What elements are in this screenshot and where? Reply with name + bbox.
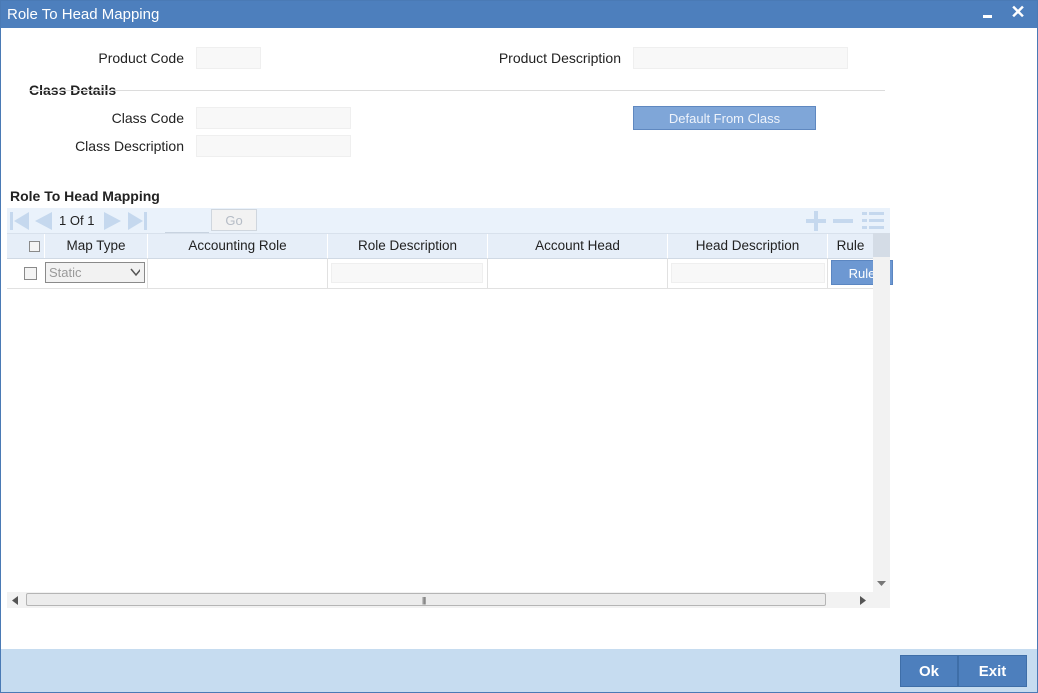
page-number-input[interactable] bbox=[165, 210, 209, 233]
row-checkbox[interactable] bbox=[24, 267, 37, 280]
horizontal-scrollbar[interactable]: ||| bbox=[7, 592, 890, 608]
single-view-icon[interactable] bbox=[860, 211, 886, 231]
add-row-icon[interactable] bbox=[804, 211, 828, 231]
role-description-cell bbox=[328, 258, 488, 288]
vertical-scrollbar[interactable] bbox=[873, 233, 890, 592]
window-title: Role To Head Mapping bbox=[7, 6, 160, 23]
ok-button[interactable]: Ok bbox=[900, 655, 958, 687]
map-type-value: Static bbox=[49, 265, 82, 280]
head-description-field[interactable] bbox=[671, 263, 825, 283]
product-description-label: Product Description bbox=[498, 50, 621, 66]
col-role-description[interactable]: Role Description bbox=[328, 234, 488, 258]
next-page-icon[interactable] bbox=[102, 211, 124, 231]
close-icon[interactable]: ✕ bbox=[1007, 1, 1029, 28]
last-page-icon[interactable] bbox=[126, 211, 148, 231]
col-account-head[interactable]: Account Head bbox=[488, 234, 668, 258]
product-code-label: Product Code bbox=[98, 50, 184, 66]
default-from-class-button[interactable]: Default From Class bbox=[633, 106, 816, 130]
class-code-label: Class Code bbox=[111, 110, 184, 126]
exit-button[interactable]: Exit bbox=[958, 655, 1027, 687]
head-description-cell bbox=[668, 258, 828, 288]
role-head-grid: 1 Of 1 Go Map Type Accounting Role Role … bbox=[7, 208, 893, 608]
grid-header: Map Type Accounting Role Role Descriptio… bbox=[7, 233, 873, 259]
footer-bar: Ok Exit bbox=[1, 649, 1037, 692]
role-to-head-mapping-window: Role To Head Mapping ✕ Product Code Prod… bbox=[0, 0, 1038, 693]
pager-of: Of bbox=[69, 213, 84, 228]
col-head-description[interactable]: Head Description bbox=[668, 234, 828, 258]
scroll-left-icon[interactable] bbox=[12, 596, 18, 605]
select-all-checkbox[interactable] bbox=[29, 241, 40, 252]
first-page-icon[interactable] bbox=[9, 211, 31, 231]
pager-total: 1 bbox=[87, 213, 95, 228]
grip-icon: ||| bbox=[422, 596, 426, 605]
section-divider bbox=[29, 90, 885, 91]
class-description-field[interactable] bbox=[196, 135, 351, 157]
scroll-down-icon[interactable] bbox=[877, 581, 886, 587]
grid-toolbar: 1 Of 1 Go bbox=[7, 208, 890, 233]
table-row: Static Rule bbox=[7, 258, 893, 289]
minimize-icon[interactable] bbox=[979, 1, 997, 28]
title-bar: Role To Head Mapping ✕ bbox=[1, 1, 1037, 28]
grid-heading: Role To Head Mapping bbox=[10, 188, 160, 204]
product-code-field[interactable] bbox=[196, 47, 261, 69]
pager-current: 1 bbox=[59, 213, 67, 228]
row-select-cell bbox=[7, 258, 45, 288]
class-description-label: Class Description bbox=[75, 138, 184, 154]
dropdown-arrow-icon bbox=[130, 268, 140, 277]
map-type-select[interactable]: Static bbox=[45, 262, 145, 283]
account-head-cell[interactable] bbox=[488, 258, 668, 288]
prev-page-icon[interactable] bbox=[32, 211, 54, 231]
col-accounting-role[interactable]: Accounting Role bbox=[148, 234, 328, 258]
pager: 1 Of 1 bbox=[59, 213, 94, 228]
scrollbar-header-block bbox=[873, 233, 890, 257]
class-code-field[interactable] bbox=[196, 107, 351, 129]
horizontal-scroll-thumb[interactable]: ||| bbox=[26, 593, 826, 606]
select-all-cell bbox=[7, 234, 45, 258]
scroll-right-icon[interactable] bbox=[860, 596, 866, 605]
delete-row-icon[interactable] bbox=[831, 211, 855, 231]
product-description-field[interactable] bbox=[633, 47, 848, 69]
role-description-field[interactable] bbox=[331, 263, 483, 283]
col-rule[interactable]: Rule bbox=[828, 234, 873, 258]
accounting-role-cell[interactable] bbox=[148, 258, 328, 288]
col-map-type[interactable]: Map Type bbox=[45, 234, 148, 258]
go-button[interactable]: Go bbox=[211, 209, 257, 231]
